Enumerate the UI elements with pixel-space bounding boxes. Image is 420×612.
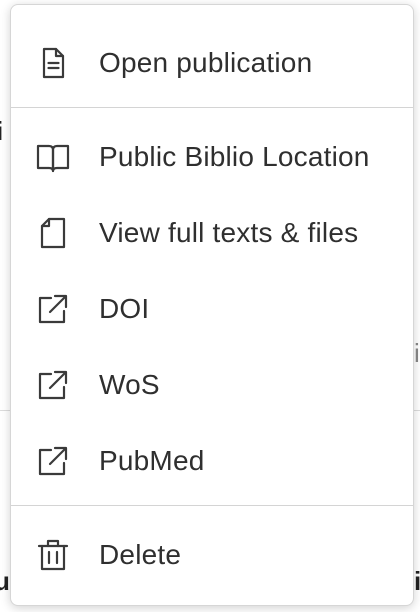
menu-item-label: WoS: [99, 369, 160, 400]
context-menu: Open publication Public Biblio Location …: [10, 4, 414, 606]
background-text-fragment: i: [414, 566, 420, 596]
menu-item-pubmed[interactable]: PubMed: [11, 423, 413, 499]
open-book-icon: [35, 139, 71, 175]
menu-item-doi[interactable]: DOI: [11, 271, 413, 347]
menu-divider: [11, 505, 413, 506]
menu-divider: [11, 107, 413, 108]
menu-item-delete[interactable]: Delete: [11, 517, 413, 593]
menu-item-label: Public Biblio Location: [99, 141, 370, 172]
document-icon: [35, 45, 71, 81]
page: i i u i Open publication: [0, 0, 420, 612]
background-text-fragment: u: [0, 566, 10, 596]
trash-icon: [35, 537, 71, 573]
menu-item-view-full-texts[interactable]: View full texts & files: [11, 195, 413, 271]
menu-item-label: DOI: [99, 293, 150, 324]
menu-item-label: Open publication: [99, 47, 313, 78]
background-text-fragment: i: [414, 338, 420, 368]
menu-item-wos[interactable]: WoS: [11, 347, 413, 423]
external-link-icon: [35, 443, 71, 479]
file-icon: [35, 215, 71, 251]
background-text-fragment: i: [0, 118, 3, 144]
menu-item-label: Delete: [99, 539, 182, 570]
menu-item-label: View full texts & files: [99, 217, 359, 248]
menu-item-label: PubMed: [99, 445, 205, 476]
external-link-icon: [35, 291, 71, 327]
external-link-icon: [35, 367, 71, 403]
menu-item-public-biblio-location[interactable]: Public Biblio Location: [11, 119, 413, 195]
menu-item-open-publication[interactable]: Open publication: [11, 25, 413, 101]
